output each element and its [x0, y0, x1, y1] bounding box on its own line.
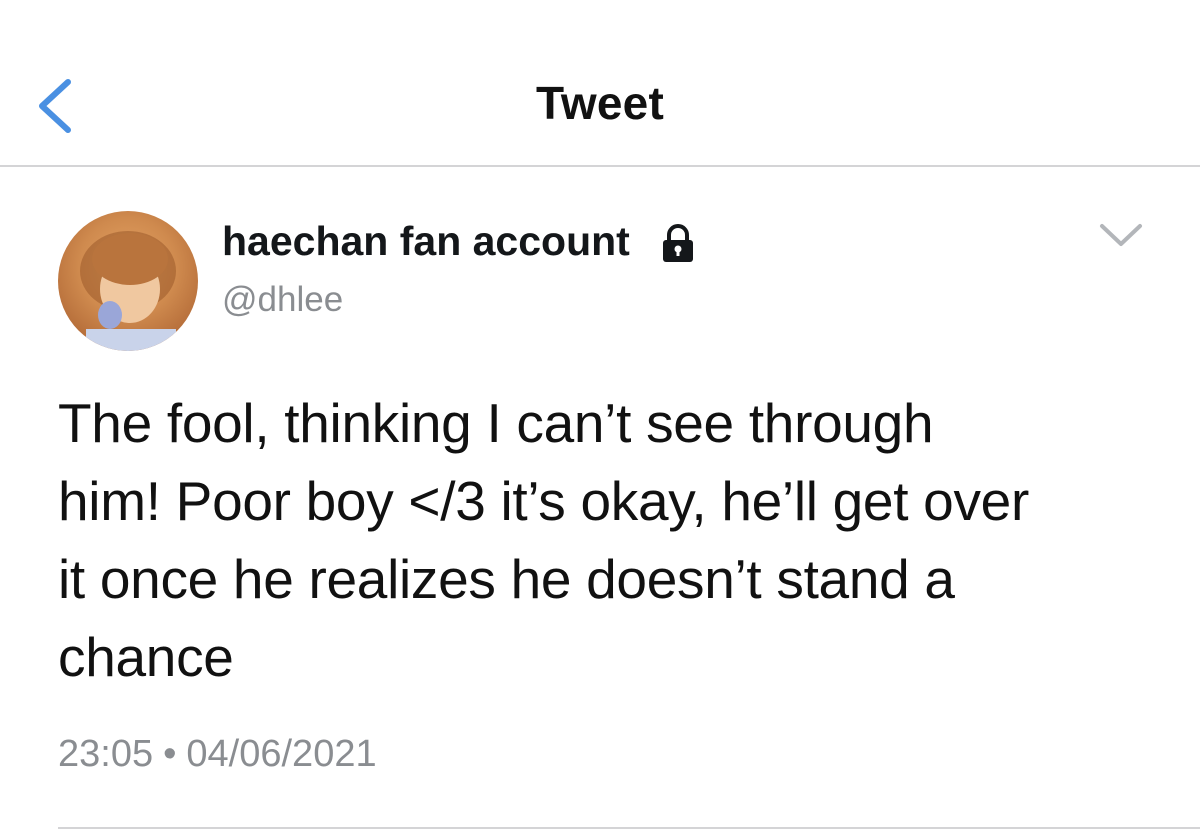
tweet-text-line: it once he realizes he doesn’t stand a [58, 548, 955, 610]
tweet-date: 04/06/2021 [186, 733, 377, 775]
tweet-timestamp: 23:05 • 04/06/2021 [58, 733, 377, 776]
divider [58, 827, 1200, 829]
avatar-image [80, 231, 176, 351]
top-nav-bar: Tweet [0, 0, 1200, 167]
tweet-time: 23:05 [58, 733, 154, 775]
chevron-down-icon [1100, 224, 1142, 246]
tweet-text-line: him! Poor boy </3 it’s okay, he’ll get o… [58, 470, 1029, 532]
tweet-body: The fool, thinking I can’t see through h… [58, 384, 1158, 696]
author-handle[interactable]: @dhlee [222, 280, 343, 320]
more-options-button[interactable] [1096, 218, 1146, 252]
tweet-text-line: The fool, thinking I can’t see through [58, 392, 934, 454]
tweet-text-line: chance [58, 626, 234, 688]
author-name[interactable]: haechan fan account [222, 218, 630, 265]
page-title: Tweet [536, 77, 664, 129]
separator-dot: • [163, 733, 177, 775]
lock-icon [663, 224, 693, 262]
avatar[interactable] [58, 211, 198, 351]
